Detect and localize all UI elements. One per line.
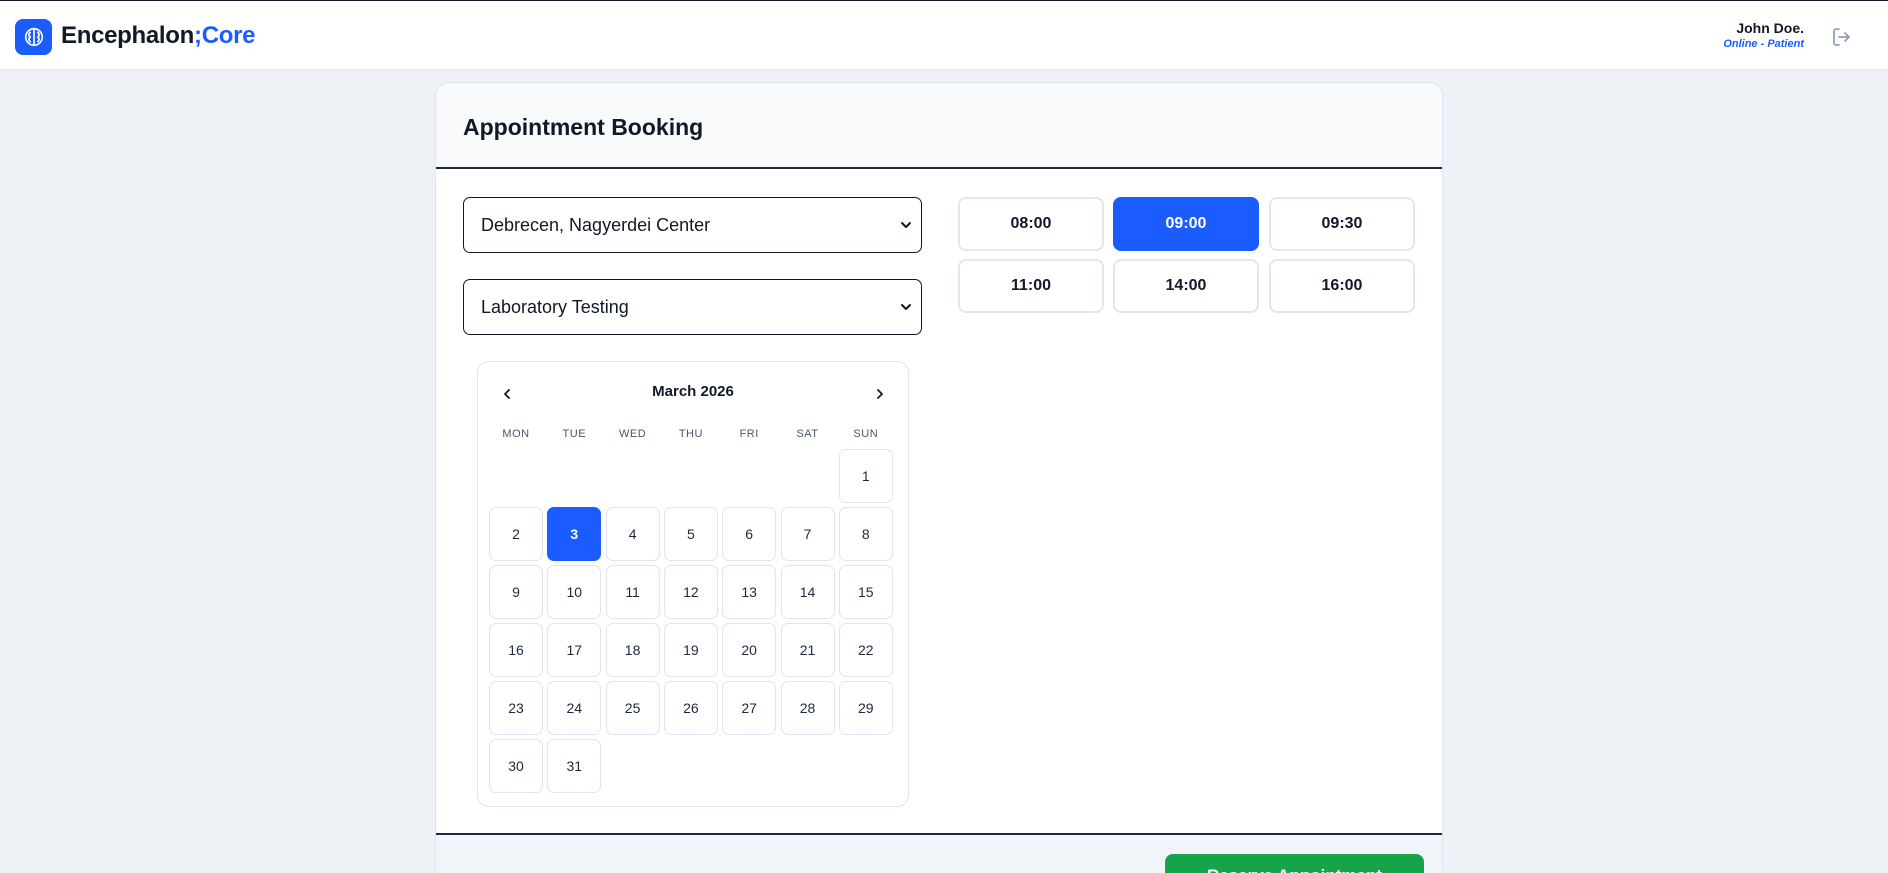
calendar-day[interactable]: 8 [838,507,893,561]
calendar-day[interactable]: 16 [489,623,543,677]
weekday-header: TUE [562,428,587,440]
weekday-header: SUN [853,428,879,440]
brain-icon [15,19,52,55]
calendar-day[interactable]: 19 [663,623,718,677]
calendar-day[interactable]: 6 [722,507,777,561]
next-month-button[interactable] [869,383,891,405]
brand-name: Encephalon [61,22,195,49]
booking-card: Appointment Booking Debrecen, Nagyerdei … [435,82,1443,873]
weekday-header: SAT [796,428,819,440]
weekday-header: MON [502,428,530,440]
weekday-header: WED [619,428,647,440]
calendar-day[interactable]: 9 [489,565,543,619]
calendar-day[interactable]: 26 [663,681,718,735]
service-select[interactable]: Laboratory Testing [463,279,922,335]
chevron-down-icon [901,304,911,310]
time-slot[interactable]: 09:30 [1269,197,1415,251]
time-slot[interactable]: 16:00 [1269,259,1415,313]
calendar-day[interactable]: 27 [722,681,777,735]
chevron-right-icon [877,389,883,399]
logout-icon[interactable] [1830,25,1854,49]
time-slot[interactable]: 08:00 [958,197,1104,251]
calendar-day[interactable]: 24 [547,681,602,735]
calendar-day-selected[interactable]: 3 [547,507,602,561]
calendar-day[interactable]: 5 [663,507,718,561]
time-slot[interactable]: 11:00 [958,259,1104,313]
user-name: John Doe. [1736,20,1804,36]
page-title: Appointment Booking [463,114,704,140]
calendar-day[interactable]: 28 [780,681,835,735]
weekday-header: THU [678,428,703,440]
calendar-day[interactable]: 30 [489,739,543,793]
user-status: Online - Patient [1723,38,1804,50]
calendar-day[interactable]: 17 [547,623,602,677]
calendar-day[interactable]: 20 [722,623,777,677]
weekday-header: FRI [739,428,759,440]
location-select[interactable]: Debrecen, Nagyerdei Center [463,197,922,253]
time-slot-selected[interactable]: 09:00 [1113,197,1259,251]
calendar-day[interactable]: 12 [663,565,718,619]
calendar-day[interactable]: 13 [722,565,777,619]
calendar-day[interactable]: 15 [838,565,893,619]
calendar-month-label: March 2026 [652,383,734,400]
calendar-day[interactable]: 23 [489,681,543,735]
calendar-day[interactable]: 29 [838,681,893,735]
calendar-day[interactable]: 7 [780,507,835,561]
reserve-button[interactable]: Reserve Appointment [1165,854,1424,873]
app-brand[interactable]: Encephalon;Core [61,22,256,50]
calendar-day[interactable]: 31 [547,739,602,793]
calendar-day[interactable]: 18 [605,623,660,677]
calendar-day[interactable]: 2 [489,507,543,561]
time-slot[interactable]: 14:00 [1113,259,1259,313]
top-bar: Encephalon;Core John Doe. Online - Patie… [0,0,1888,70]
brand-suffix: ;Core [194,22,256,49]
calendar-day[interactable]: 22 [838,623,893,677]
calendar-day[interactable]: 21 [780,623,835,677]
calendar-day[interactable]: 25 [605,681,660,735]
chevron-down-icon [901,222,911,228]
location-select-value: Debrecen, Nagyerdei Center [481,214,711,235]
calendar-day[interactable]: 1 [838,449,893,503]
calendar-day[interactable]: 10 [547,565,602,619]
service-select-value: Laboratory Testing [481,296,629,317]
calendar: March 2026 MON TUE WED THU FRI SAT SUN 1 2 3 4 5 6 7 8… [477,361,909,807]
calendar-day[interactable]: 11 [605,565,660,619]
calendar-day[interactable]: 4 [605,507,660,561]
card-header: Appointment Booking [436,83,1442,169]
card-footer: Reserve Appointment [436,833,1442,873]
calendar-day[interactable]: 14 [780,565,835,619]
